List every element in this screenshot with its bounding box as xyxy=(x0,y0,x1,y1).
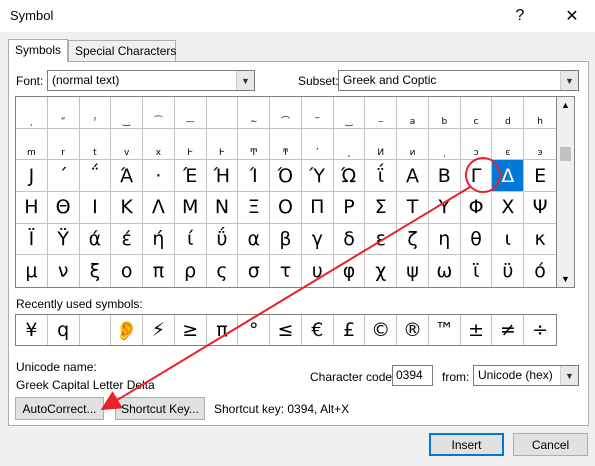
annotation-arrow xyxy=(100,186,471,411)
annotation-overlay xyxy=(100,157,501,411)
tab-symbols[interactable]: Symbols xyxy=(8,39,68,62)
tab-label: Symbols xyxy=(15,43,62,57)
highlight-circle xyxy=(465,157,501,193)
